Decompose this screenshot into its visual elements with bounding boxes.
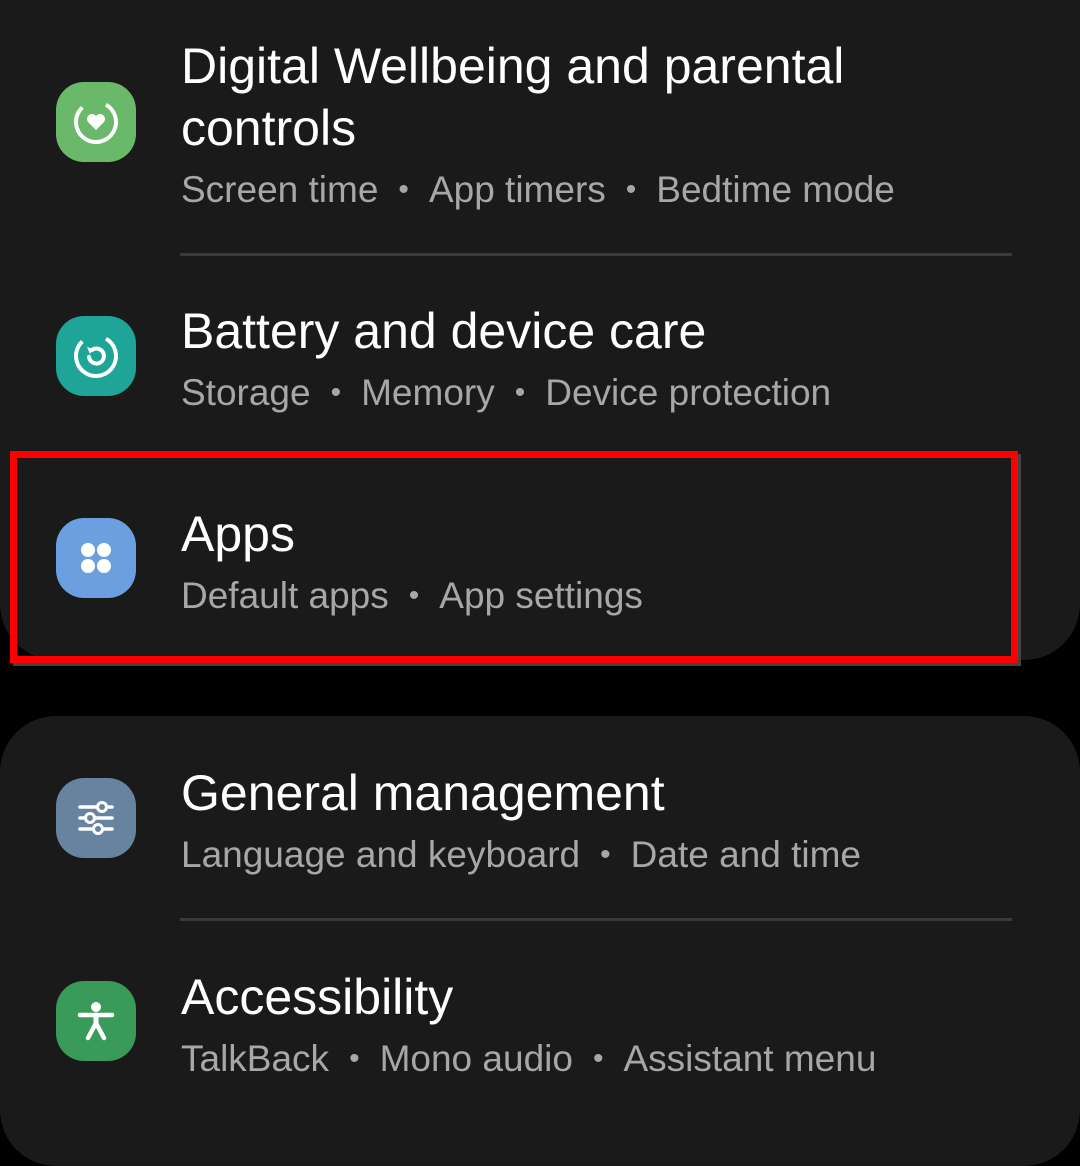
battery-device-care-title: Battery and device care bbox=[181, 303, 707, 359]
subtitle-part: Storage bbox=[181, 372, 311, 413]
settings-item-battery-device-care[interactable]: Battery and device care Storage • Memory • D… bbox=[0, 256, 1080, 446]
subtitle-part: Mono audio bbox=[379, 1038, 573, 1079]
subtitle-part: TalkBack bbox=[181, 1038, 330, 1079]
separator-dot: • bbox=[330, 376, 342, 409]
separator-dot: • bbox=[600, 838, 611, 871]
general-management-title: General management bbox=[181, 765, 665, 821]
accessibility-title: Accessibility bbox=[181, 969, 454, 1025]
settings-item-accessibility[interactable]: Accessibility TalkBack • Mono audio • Assist… bbox=[0, 921, 1080, 1106]
highlight-box bbox=[10, 451, 1018, 663]
subtitle-part: Screen time bbox=[181, 169, 379, 210]
subtitle-part: Date and time bbox=[630, 834, 861, 875]
digital-wellbeing-icon bbox=[56, 82, 136, 162]
subtitle-part: Bedtime mode bbox=[656, 169, 895, 210]
separator-dot: • bbox=[625, 173, 637, 206]
separator-dot: • bbox=[592, 1042, 604, 1075]
subtitle-part: Assistant menu bbox=[623, 1038, 877, 1079]
digital-wellbeing-title: Digital Wellbeing and parental controls bbox=[181, 38, 845, 156]
general-management-icon bbox=[56, 778, 136, 858]
separator-dot: • bbox=[349, 1042, 360, 1075]
subtitle-part: Memory bbox=[361, 372, 495, 413]
subtitle-part: Language and keyboard bbox=[181, 834, 581, 875]
accessibility-subtitle: TalkBack • Mono audio • Assistant menu bbox=[181, 1036, 876, 1082]
separator-dot: • bbox=[398, 173, 409, 206]
accessibility-icon bbox=[56, 981, 136, 1061]
separator-dot: • bbox=[514, 376, 526, 409]
digital-wellbeing-subtitle: Screen time • App timers • Bedtime mode bbox=[181, 167, 895, 213]
subtitle-part: Device protection bbox=[545, 372, 832, 413]
general-management-subtitle: Language and keyboard • Date and time bbox=[181, 832, 861, 878]
device-care-icon bbox=[56, 316, 136, 396]
settings-item-digital-wellbeing[interactable]: Digital Wellbeing and parental controls … bbox=[0, 0, 1080, 250]
settings-item-general-management[interactable]: General management Language and keyboard… bbox=[0, 716, 1080, 916]
battery-device-care-subtitle: Storage • Memory • Device protection bbox=[181, 370, 831, 416]
subtitle-part: App timers bbox=[428, 169, 606, 210]
